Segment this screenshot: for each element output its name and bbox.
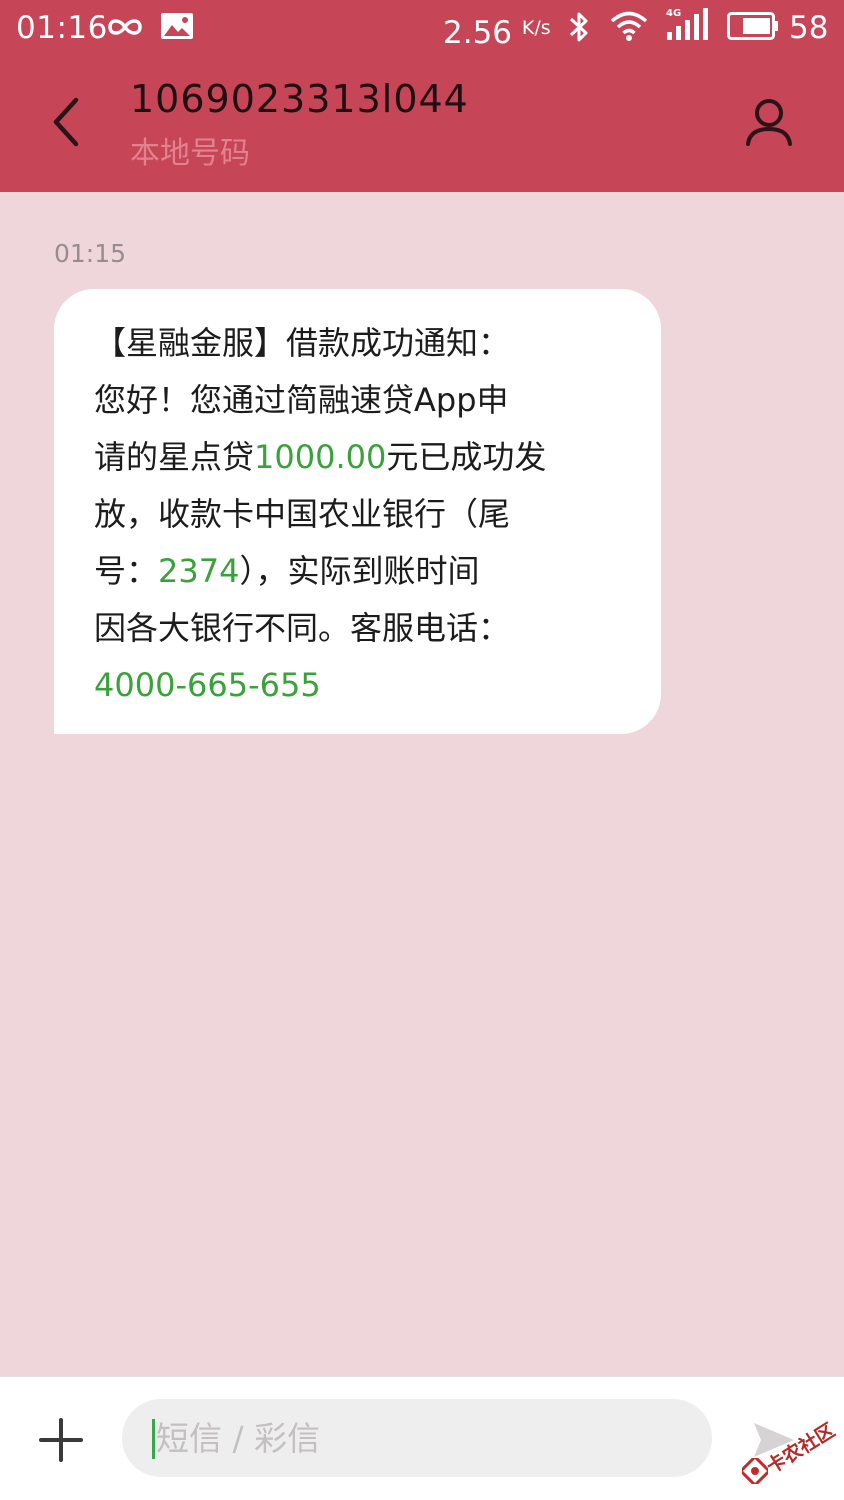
message-line: 因各大银行不同。客服电话： <box>94 600 621 657</box>
message-line: 请的星点贷1000.00元已成功发 <box>94 429 621 486</box>
service-phone-link[interactable]: 4000-665-655 <box>94 666 321 704</box>
contact-subtitle: 本地号码 <box>130 136 250 171</box>
back-arrow-icon <box>53 97 79 147</box>
plus-icon <box>39 1418 83 1462</box>
bluetooth-icon <box>569 12 588 42</box>
message-line: 【星融金服】借款成功通知： <box>94 315 621 372</box>
message-text: 元已成功发 <box>386 438 547 476</box>
sms-conversation-screen: 01:16 2.56 K/s 4G 58 1069023313l044 本地号码… <box>0 0 844 1500</box>
wifi-icon <box>610 11 648 41</box>
message-text: 您好！您通过简融速贷App申 <box>94 381 509 419</box>
message-line: 4000-665-655 <box>94 657 621 714</box>
text-caret <box>152 1419 155 1459</box>
status-time: 01:16 <box>16 10 108 46</box>
input-bar <box>0 1376 844 1500</box>
card-tail-number[interactable]: 2374 <box>158 552 239 590</box>
net-speed-unit: K/s <box>521 17 551 39</box>
add-attachment-button[interactable] <box>36 1415 86 1465</box>
message-input[interactable] <box>122 1399 712 1477</box>
contact-number: 1069023313l044 <box>130 77 469 121</box>
contact-button[interactable] <box>738 92 800 154</box>
message-line: 放，收款卡中国农业银行（尾 <box>94 486 621 543</box>
net-speed-value: 2.56 <box>443 15 513 51</box>
message-text: ），实际到账时间 <box>239 552 480 590</box>
watermark: 卡农社区 <box>740 1410 844 1496</box>
header: 01:16 2.56 K/s 4G 58 1069023313l044 本地号码 <box>0 0 844 192</box>
signal-icon: 4G <box>664 8 712 42</box>
watermark-text: 卡农社区 <box>762 1419 839 1479</box>
net-speed: 2.56 K/s <box>443 8 551 53</box>
message-text: 放，收款卡中国农业银行（尾 <box>94 495 511 533</box>
battery-icon <box>727 12 778 40</box>
message-timestamp: 01:15 <box>54 239 127 268</box>
message-text: 号： <box>94 552 159 590</box>
message-bubble[interactable]: 【星融金服】借款成功通知： 您好！您通过简融速贷App申 请的星点贷1000.0… <box>54 289 661 734</box>
message-text: 请的星点贷 <box>94 438 255 476</box>
title-bar: 1069023313l044 本地号码 <box>0 56 844 192</box>
message-text: 因各大银行不同。客服电话： <box>94 609 511 647</box>
message-line: 号：2374），实际到账时间 <box>94 543 621 600</box>
battery-level: 58 <box>789 10 829 46</box>
infinity-icon <box>108 19 142 35</box>
status-bar: 01:16 2.56 K/s 4G 58 <box>0 0 844 56</box>
photo-icon <box>161 13 193 39</box>
person-icon <box>746 99 792 146</box>
back-button[interactable] <box>36 86 96 158</box>
message-text: 【星融金服】借款成功通知： <box>94 324 511 362</box>
loan-amount[interactable]: 1000.00 <box>254 438 386 476</box>
message-line: 您好！您通过简融速贷App申 <box>94 372 621 429</box>
